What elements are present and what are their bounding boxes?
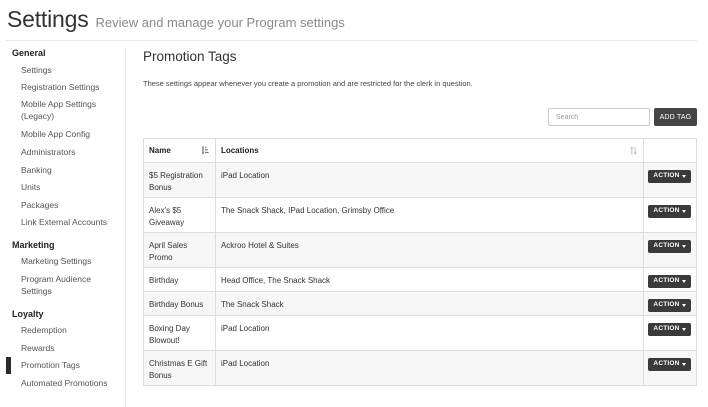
cell-action: ACTION: [642, 291, 698, 316]
table-row: Alex's $5 Giveaway The Snack Shack, IPad…: [143, 197, 698, 233]
caret-down-icon: [681, 244, 686, 248]
page-title: Settings: [7, 6, 89, 32]
caret-down-icon: [681, 327, 686, 331]
column-header-locations-label: Locations: [220, 146, 259, 155]
column-header-name-label: Name: [149, 146, 171, 155]
sidebar-item-packages[interactable]: Packages: [21, 199, 119, 211]
column-header-actions: [642, 138, 698, 163]
sidebar-item-promotion-tags[interactable]: Promotion Tags: [6, 357, 119, 374]
cell-locations: The Snack Shack, IPad Location, Grimsby …: [214, 197, 644, 233]
cell-name: Birthday: [143, 267, 216, 292]
sidebar-item-automated-promotions[interactable]: Automated Promotions: [21, 377, 119, 389]
cell-action: ACTION: [642, 232, 698, 268]
sidebar-item-mobile-app-config[interactable]: Mobile App Config: [21, 128, 119, 140]
caret-down-icon: [681, 279, 686, 283]
cell-name: Alex's $5 Giveaway: [143, 197, 216, 233]
cell-action: ACTION: [642, 162, 698, 198]
section-title: Promotion Tags: [143, 49, 237, 64]
main-content: Promotion Tags These settings appear whe…: [143, 40, 698, 407]
action-button[interactable]: ACTION: [647, 169, 691, 183]
table-row: April Sales Promo Ackroo Hotel & Suites …: [143, 232, 698, 268]
table-header-row: Name Locations: [143, 138, 698, 163]
table-row: $5 Registration Bonus iPad Location ACTI…: [143, 162, 698, 198]
column-header-name[interactable]: Name: [143, 138, 216, 163]
action-button-label: ACTION: [653, 325, 680, 332]
action-button[interactable]: ACTION: [647, 298, 691, 312]
table-row: Christmas E Gift Bonus iPad Location ACT…: [143, 350, 698, 386]
cell-name: Boxing Day Blowout!: [143, 315, 216, 351]
cell-action: ACTION: [642, 267, 698, 292]
page-subtitle: Review and manage your Program settings: [95, 15, 345, 30]
sidebar-group-loyalty: Loyalty: [12, 309, 44, 319]
cell-name: April Sales Promo: [143, 232, 216, 268]
action-button[interactable]: ACTION: [647, 357, 691, 371]
sort-ascending-icon[interactable]: [201, 146, 209, 155]
sidebar-divider: [125, 48, 126, 407]
cell-locations: iPad Location: [214, 162, 644, 198]
sidebar-item-administrators[interactable]: Administrators: [21, 146, 119, 158]
caret-down-icon: [681, 303, 686, 307]
cell-locations: The Snack Shack: [214, 291, 644, 316]
cell-action: ACTION: [642, 350, 698, 386]
sidebar-item-registration-settings[interactable]: Registration Settings: [21, 81, 119, 93]
table-row: Boxing Day Blowout! iPad Location ACTION: [143, 315, 698, 351]
promotion-tags-table: Name Locations $5 Registration Bonus iPa…: [143, 138, 698, 386]
cell-locations: Head Office, The Snack Shack: [214, 267, 644, 292]
table-row: Birthday Bonus The Snack Shack ACTION: [143, 291, 698, 316]
caret-down-icon: [681, 174, 686, 178]
sidebar-group-marketing: Marketing: [12, 240, 55, 250]
sidebar-item-mobile-app-settings-legacy[interactable]: Mobile App Settings (Legacy): [21, 98, 119, 122]
cell-name: Christmas E Gift Bonus: [143, 350, 216, 386]
sidebar-item-banking[interactable]: Banking: [21, 164, 119, 176]
search-input[interactable]: [548, 108, 650, 126]
table-row: Birthday Head Office, The Snack Shack AC…: [143, 267, 698, 292]
add-tag-button[interactable]: ADD TAG: [654, 108, 697, 126]
action-button[interactable]: ACTION: [647, 239, 691, 253]
action-button-label: ACTION: [653, 207, 680, 214]
cell-action: ACTION: [642, 315, 698, 351]
section-description: These settings appear whenever you creat…: [143, 79, 473, 88]
action-button-label: ACTION: [653, 301, 680, 308]
sort-both-icon[interactable]: [629, 146, 637, 155]
cell-name: Birthday Bonus: [143, 291, 216, 316]
action-button-label: ACTION: [653, 242, 680, 249]
sidebar-group-general: General: [12, 48, 46, 58]
action-button[interactable]: ACTION: [647, 322, 691, 336]
settings-sidebar: General Settings Registration Settings M…: [0, 40, 125, 407]
cell-action: ACTION: [642, 197, 698, 233]
action-button[interactable]: ACTION: [647, 274, 691, 288]
cell-locations: Ackroo Hotel & Suites: [214, 232, 644, 268]
action-button[interactable]: ACTION: [647, 204, 691, 218]
page-header: Settings Review and manage your Program …: [7, 6, 345, 33]
action-button-label: ACTION: [653, 277, 680, 284]
caret-down-icon: [681, 362, 686, 366]
sidebar-item-marketing-settings[interactable]: Marketing Settings: [21, 255, 119, 267]
sidebar-item-link-external-accounts[interactable]: Link External Accounts: [21, 216, 119, 228]
sidebar-item-settings[interactable]: Settings: [21, 64, 119, 76]
cell-name: $5 Registration Bonus: [143, 162, 216, 198]
sidebar-item-units[interactable]: Units: [21, 181, 119, 193]
column-header-locations[interactable]: Locations: [214, 138, 644, 163]
action-button-label: ACTION: [653, 360, 680, 367]
cell-locations: iPad Location: [214, 315, 644, 351]
cell-locations: iPad Location: [214, 350, 644, 386]
sidebar-item-program-audience-settings[interactable]: Program Audience Settings: [21, 273, 119, 297]
sidebar-item-rewards[interactable]: Rewards: [21, 342, 119, 354]
action-button-label: ACTION: [653, 172, 680, 179]
caret-down-icon: [681, 209, 686, 213]
sidebar-item-redemption[interactable]: Redemption: [21, 324, 119, 336]
